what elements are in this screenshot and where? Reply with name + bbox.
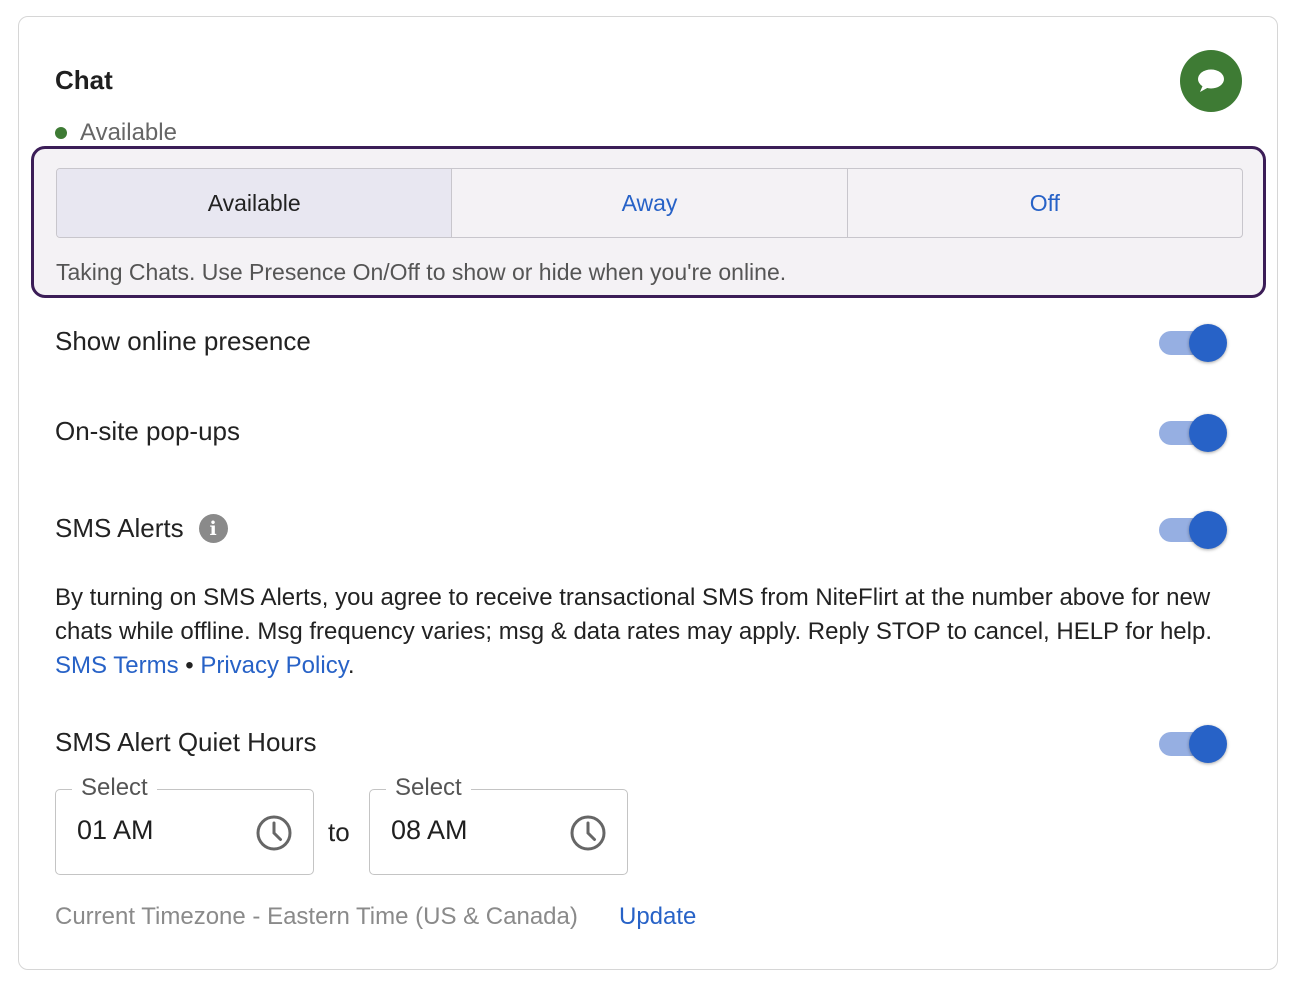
start-picker-legend: Select bbox=[72, 774, 157, 802]
toggle-knob bbox=[1189, 324, 1227, 362]
presence-panel: Available Away Off Taking Chats. Use Pre… bbox=[31, 146, 1266, 298]
sms-alerts-label: SMS Alerts bbox=[55, 513, 184, 543]
chat-status: Available bbox=[55, 117, 177, 149]
end-time-value: 08 AM bbox=[391, 815, 468, 845]
link-separator: • bbox=[185, 652, 194, 679]
end-picker-legend: Select bbox=[386, 774, 471, 802]
quiet-hours-label: SMS Alert Quiet Hours bbox=[55, 727, 317, 757]
presence-hint: Taking Chats. Use Presence On/Off to sho… bbox=[56, 259, 787, 285]
sms-alerts-row: SMS Alerts i bbox=[55, 513, 228, 544]
status-dot-icon bbox=[55, 127, 67, 139]
toggle-knob bbox=[1189, 725, 1227, 763]
update-timezone-link[interactable]: Update bbox=[619, 903, 696, 931]
start-time-value: 01 AM bbox=[77, 815, 154, 845]
speech-bubble-icon bbox=[1198, 69, 1224, 92]
card-title: Chat bbox=[55, 65, 113, 95]
current-timezone: Current Timezone - Eastern Time (US & Ca… bbox=[55, 903, 578, 930]
sms-terms-link[interactable]: SMS Terms bbox=[55, 652, 179, 679]
toggle-knob bbox=[1189, 511, 1227, 549]
sms-alerts-toggle[interactable] bbox=[1159, 511, 1227, 549]
quiet-hours-toggle[interactable] bbox=[1159, 725, 1227, 763]
onsite-popups-toggle[interactable] bbox=[1159, 414, 1227, 452]
quiet-hours-start-picker[interactable]: Select 01 AM bbox=[55, 774, 314, 875]
to-label: to bbox=[328, 817, 350, 847]
presence-option-off[interactable]: Off bbox=[848, 169, 1242, 237]
disclaimer-text: By turning on SMS Alerts, you agree to r… bbox=[55, 584, 1213, 645]
privacy-policy-link[interactable]: Privacy Policy bbox=[200, 652, 348, 679]
status-text: Available bbox=[80, 119, 177, 146]
quiet-hours-end-picker[interactable]: Select 08 AM bbox=[369, 774, 628, 875]
show-online-presence-toggle[interactable] bbox=[1159, 324, 1227, 362]
presence-option-away[interactable]: Away bbox=[452, 169, 848, 237]
toggle-knob bbox=[1189, 414, 1227, 452]
disclaimer-end: . bbox=[347, 652, 355, 679]
chat-settings-card: Chat Available Available Away Off Taking… bbox=[18, 16, 1278, 970]
sms-disclaimer: By turning on SMS Alerts, you agree to r… bbox=[55, 581, 1235, 683]
presence-selector: Available Away Off bbox=[56, 168, 1243, 238]
info-icon[interactable]: i bbox=[198, 514, 228, 543]
show-online-presence-label: Show online presence bbox=[55, 326, 311, 356]
clock-icon[interactable] bbox=[255, 814, 293, 852]
clock-icon[interactable] bbox=[569, 814, 607, 852]
onsite-popups-label: On-site pop-ups bbox=[55, 416, 240, 446]
chat-button[interactable] bbox=[1180, 50, 1242, 112]
presence-option-available[interactable]: Available bbox=[57, 169, 453, 237]
